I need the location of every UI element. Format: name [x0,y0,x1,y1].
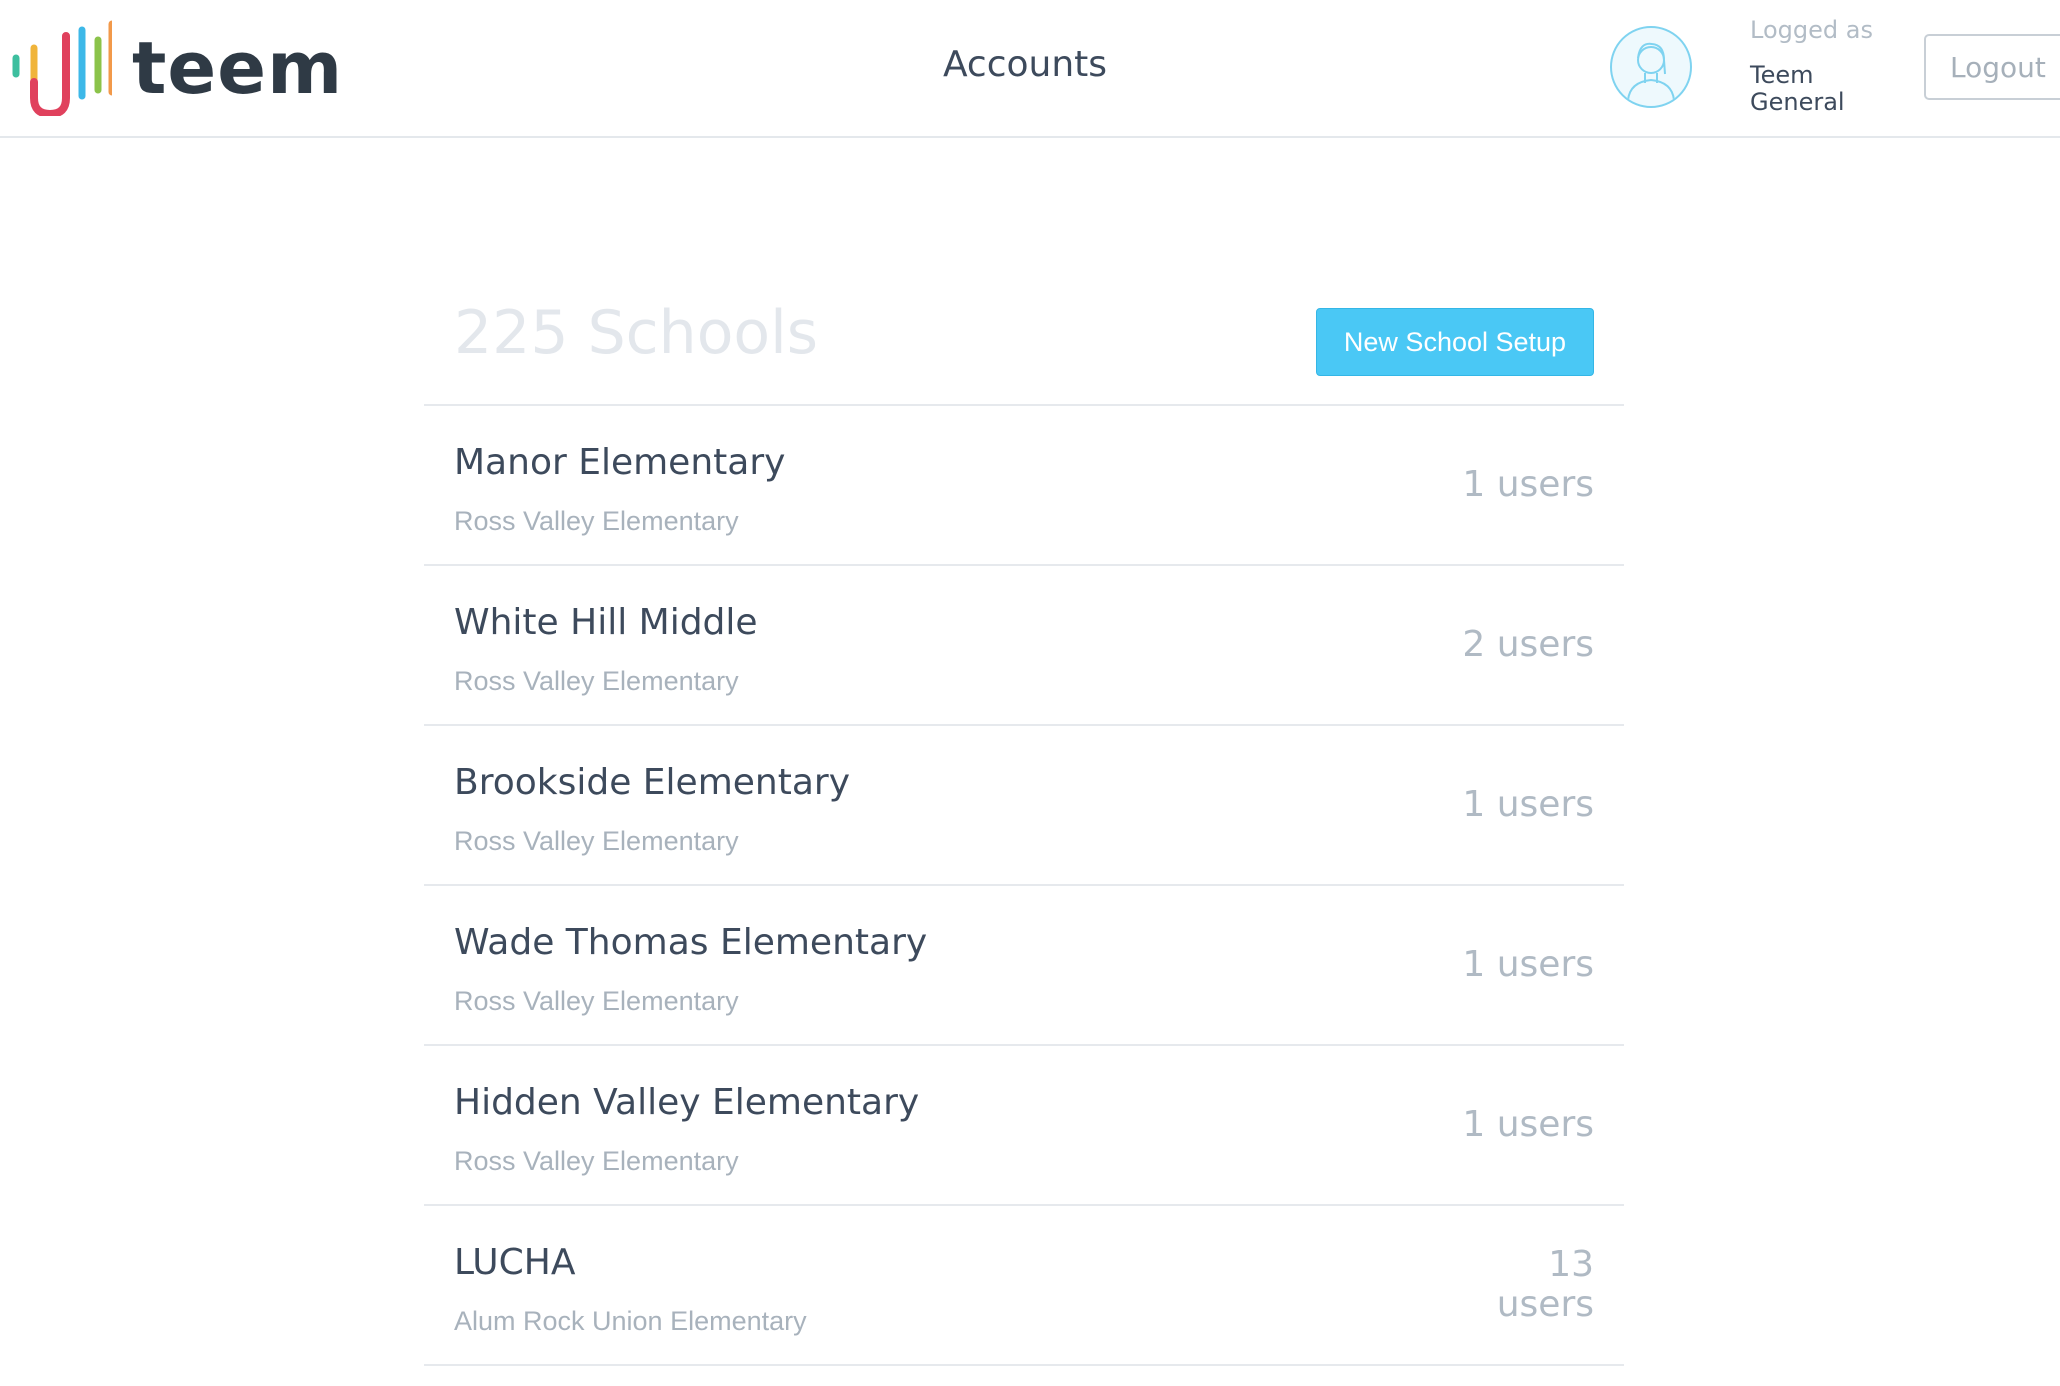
top-header: teem Accounts Logged as Teem General Log… [0,0,2060,138]
school-count-heading: 225 Schools [454,298,819,368]
school-name: Hidden Valley Elementary [454,1082,920,1123]
school-list-item[interactable]: Wade Thomas Elementary Ross Valley Eleme… [424,886,1624,1046]
district-name: Ross Valley Elementary [454,826,739,856]
school-name: Manor Elementary [454,442,786,483]
page-title: Accounts [942,44,1108,85]
school-name: Brookside Elementary [454,762,851,803]
district-name: Ross Valley Elementary [454,986,739,1016]
district-name: Ross Valley Elementary [454,506,739,536]
user-avatar-icon[interactable] [1610,26,1692,108]
district-name: Ross Valley Elementary [454,1146,739,1176]
school-name: Wade Thomas Elementary [454,922,928,963]
teem-logo-icon [12,20,112,116]
school-list-item[interactable]: LUCHA Alum Rock Union Elementary 13 user… [424,1206,1624,1366]
school-name: White Hill Middle [454,602,758,643]
schools-list-header: 225 Schools New School Setup [424,280,1624,406]
school-list-item[interactable]: White Hill Middle Ross Valley Elementary… [424,566,1624,726]
user-count: 2 users [1462,624,1594,665]
teem-logo[interactable]: teem [8,20,343,116]
school-list-item[interactable]: Hidden Valley Elementary Ross Valley Ele… [424,1046,1624,1206]
user-count: 1 users [1462,784,1594,825]
user-count: 1 users [1462,464,1594,505]
new-school-setup-button[interactable]: New School Setup [1316,308,1594,376]
district-name: Ross Valley Elementary [454,666,739,696]
user-count: 13 users [1496,1244,1594,1325]
school-list-item[interactable]: Manor Elementary Ross Valley Elementary … [424,406,1624,566]
school-list-item[interactable]: Brookside Elementary Ross Valley Element… [424,726,1624,886]
user-count: 1 users [1462,944,1594,985]
current-user-name: Teem General [1750,61,1845,116]
district-name: Alum Rock Union Elementary [454,1306,807,1336]
logged-as-label: Logged as [1750,16,1873,44]
logo-wordmark: teem [132,26,344,110]
user-count: 1 users [1462,1104,1594,1145]
school-name: LUCHA [454,1242,576,1283]
logout-button[interactable]: Logout [1924,34,2060,100]
schools-panel: 225 Schools New School Setup Manor Eleme… [424,280,1624,1366]
schools-list: Manor Elementary Ross Valley Elementary … [424,406,1624,1366]
